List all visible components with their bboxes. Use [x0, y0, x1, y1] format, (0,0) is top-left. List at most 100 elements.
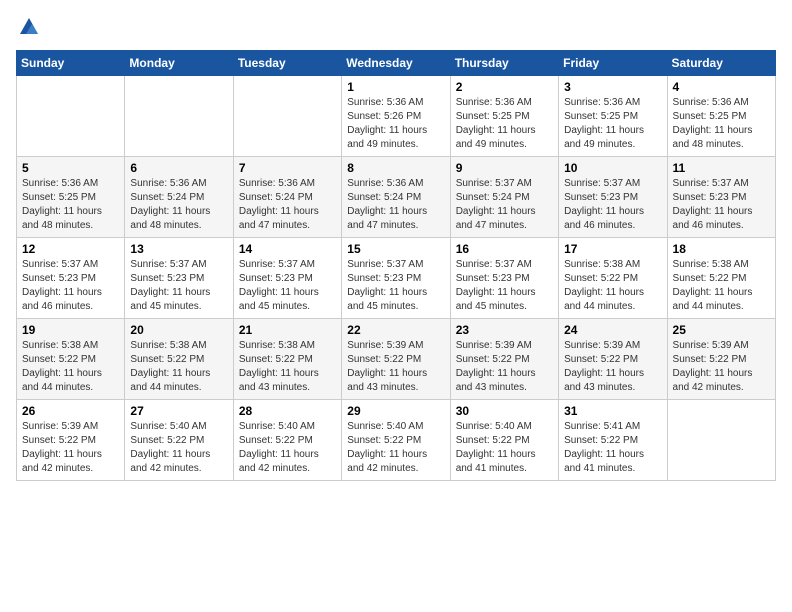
- calendar-table: SundayMondayTuesdayWednesdayThursdayFrid…: [16, 50, 776, 481]
- page-header: [16, 16, 776, 38]
- day-number: 31: [564, 404, 661, 418]
- calendar-day-cell: 10 Sunrise: 5:37 AM Sunset: 5:23 PM Dayli…: [559, 157, 667, 238]
- weekday-header-sunday: Sunday: [17, 51, 125, 76]
- day-number: 10: [564, 161, 661, 175]
- day-number: 28: [239, 404, 336, 418]
- day-number: 4: [673, 80, 770, 94]
- calendar-day-cell: 18 Sunrise: 5:38 AM Sunset: 5:22 PM Dayli…: [667, 238, 775, 319]
- day-info: Sunrise: 5:37 AM Sunset: 5:23 PM Dayligh…: [130, 258, 227, 314]
- calendar-day-cell: 12 Sunrise: 5:37 AM Sunset: 5:23 PM Dayli…: [17, 238, 125, 319]
- day-number: 29: [347, 404, 444, 418]
- calendar-week-row: 12 Sunrise: 5:37 AM Sunset: 5:23 PM Dayli…: [17, 238, 776, 319]
- calendar-empty-cell: [17, 76, 125, 157]
- calendar-day-cell: 6 Sunrise: 5:36 AM Sunset: 5:24 PM Daylig…: [125, 157, 233, 238]
- weekday-header-thursday: Thursday: [450, 51, 558, 76]
- day-info: Sunrise: 5:36 AM Sunset: 5:25 PM Dayligh…: [673, 96, 770, 152]
- day-info: Sunrise: 5:36 AM Sunset: 5:25 PM Dayligh…: [564, 96, 661, 152]
- day-number: 15: [347, 242, 444, 256]
- calendar-day-cell: 19 Sunrise: 5:38 AM Sunset: 5:22 PM Dayli…: [17, 319, 125, 400]
- calendar-day-cell: 5 Sunrise: 5:36 AM Sunset: 5:25 PM Daylig…: [17, 157, 125, 238]
- day-info: Sunrise: 5:36 AM Sunset: 5:24 PM Dayligh…: [239, 177, 336, 233]
- calendar-empty-cell: [667, 400, 775, 481]
- calendar-day-cell: 28 Sunrise: 5:40 AM Sunset: 5:22 PM Dayli…: [233, 400, 341, 481]
- day-number: 13: [130, 242, 227, 256]
- weekday-header-tuesday: Tuesday: [233, 51, 341, 76]
- calendar-day-cell: 21Sunrise: 5:38 AM Sunset: 5:22 PM Dayli…: [233, 319, 341, 400]
- calendar-day-cell: 3 Sunrise: 5:36 AM Sunset: 5:25 PM Daylig…: [559, 76, 667, 157]
- day-number: 20: [130, 323, 227, 337]
- day-number: 7: [239, 161, 336, 175]
- day-number: 1: [347, 80, 444, 94]
- day-number: 14: [239, 242, 336, 256]
- calendar-day-cell: 25 Sunrise: 5:39 AM Sunset: 5:22 PM Dayli…: [667, 319, 775, 400]
- day-number: 21: [239, 323, 336, 337]
- day-number: 3: [564, 80, 661, 94]
- day-number: 25: [673, 323, 770, 337]
- day-info: Sunrise: 5:37 AM Sunset: 5:24 PM Dayligh…: [456, 177, 553, 233]
- day-info: Sunrise: 5:36 AM Sunset: 5:24 PM Dayligh…: [130, 177, 227, 233]
- calendar-day-cell: 2Sunrise: 5:36 AM Sunset: 5:25 PM Daylig…: [450, 76, 558, 157]
- day-number: 11: [673, 161, 770, 175]
- calendar-week-row: 5 Sunrise: 5:36 AM Sunset: 5:25 PM Daylig…: [17, 157, 776, 238]
- weekday-header-friday: Friday: [559, 51, 667, 76]
- day-info: Sunrise: 5:37 AM Sunset: 5:23 PM Dayligh…: [564, 177, 661, 233]
- day-info: Sunrise: 5:37 AM Sunset: 5:23 PM Dayligh…: [456, 258, 553, 314]
- day-info: Sunrise: 5:39 AM Sunset: 5:22 PM Dayligh…: [347, 339, 444, 395]
- day-info: Sunrise: 5:37 AM Sunset: 5:23 PM Dayligh…: [22, 258, 119, 314]
- day-info: Sunrise: 5:40 AM Sunset: 5:22 PM Dayligh…: [239, 420, 336, 476]
- calendar-day-cell: 20 Sunrise: 5:38 AM Sunset: 5:22 PM Dayli…: [125, 319, 233, 400]
- calendar-day-cell: 7 Sunrise: 5:36 AM Sunset: 5:24 PM Daylig…: [233, 157, 341, 238]
- day-info: Sunrise: 5:40 AM Sunset: 5:22 PM Dayligh…: [347, 420, 444, 476]
- calendar-day-cell: 9Sunrise: 5:37 AM Sunset: 5:24 PM Daylig…: [450, 157, 558, 238]
- day-number: 26: [22, 404, 119, 418]
- day-info: Sunrise: 5:36 AM Sunset: 5:25 PM Dayligh…: [456, 96, 553, 152]
- day-number: 22: [347, 323, 444, 337]
- day-info: Sunrise: 5:39 AM Sunset: 5:22 PM Dayligh…: [22, 420, 119, 476]
- calendar-day-cell: 15 Sunrise: 5:37 AM Sunset: 5:23 PM Dayli…: [342, 238, 450, 319]
- calendar-day-cell: 26 Sunrise: 5:39 AM Sunset: 5:22 PM Dayli…: [17, 400, 125, 481]
- weekday-header-saturday: Saturday: [667, 51, 775, 76]
- calendar-day-cell: 13 Sunrise: 5:37 AM Sunset: 5:23 PM Dayli…: [125, 238, 233, 319]
- day-number: 8: [347, 161, 444, 175]
- calendar-day-cell: 24Sunrise: 5:39 AM Sunset: 5:22 PM Dayli…: [559, 319, 667, 400]
- day-info: Sunrise: 5:36 AM Sunset: 5:25 PM Dayligh…: [22, 177, 119, 233]
- calendar-day-cell: 27 Sunrise: 5:40 AM Sunset: 5:22 PM Dayli…: [125, 400, 233, 481]
- day-info: Sunrise: 5:38 AM Sunset: 5:22 PM Dayligh…: [673, 258, 770, 314]
- weekday-header-wednesday: Wednesday: [342, 51, 450, 76]
- logo-icon: [18, 16, 40, 38]
- calendar-day-cell: 4 Sunrise: 5:36 AM Sunset: 5:25 PM Daylig…: [667, 76, 775, 157]
- day-info: Sunrise: 5:37 AM Sunset: 5:23 PM Dayligh…: [239, 258, 336, 314]
- calendar-day-cell: 22 Sunrise: 5:39 AM Sunset: 5:22 PM Dayli…: [342, 319, 450, 400]
- day-info: Sunrise: 5:36 AM Sunset: 5:26 PM Dayligh…: [347, 96, 444, 152]
- day-info: Sunrise: 5:37 AM Sunset: 5:23 PM Dayligh…: [347, 258, 444, 314]
- calendar-day-cell: 30 Sunrise: 5:40 AM Sunset: 5:22 PM Dayli…: [450, 400, 558, 481]
- day-info: Sunrise: 5:39 AM Sunset: 5:22 PM Dayligh…: [673, 339, 770, 395]
- day-info: Sunrise: 5:37 AM Sunset: 5:23 PM Dayligh…: [673, 177, 770, 233]
- day-number: 16: [456, 242, 553, 256]
- day-number: 30: [456, 404, 553, 418]
- day-info: Sunrise: 5:38 AM Sunset: 5:22 PM Dayligh…: [22, 339, 119, 395]
- day-info: Sunrise: 5:40 AM Sunset: 5:22 PM Dayligh…: [130, 420, 227, 476]
- weekday-header-monday: Monday: [125, 51, 233, 76]
- calendar-day-cell: 1 Sunrise: 5:36 AM Sunset: 5:26 PM Daylig…: [342, 76, 450, 157]
- day-number: 6: [130, 161, 227, 175]
- day-number: 5: [22, 161, 119, 175]
- calendar-empty-cell: [125, 76, 233, 157]
- calendar-day-cell: 11 Sunrise: 5:37 AM Sunset: 5:23 PM Dayli…: [667, 157, 775, 238]
- day-number: 19: [22, 323, 119, 337]
- day-number: 17: [564, 242, 661, 256]
- day-number: 24: [564, 323, 661, 337]
- day-number: 18: [673, 242, 770, 256]
- calendar-day-cell: 17 Sunrise: 5:38 AM Sunset: 5:22 PM Dayli…: [559, 238, 667, 319]
- calendar-day-cell: 29 Sunrise: 5:40 AM Sunset: 5:22 PM Dayli…: [342, 400, 450, 481]
- day-number: 12: [22, 242, 119, 256]
- day-number: 27: [130, 404, 227, 418]
- day-info: Sunrise: 5:38 AM Sunset: 5:22 PM Dayligh…: [130, 339, 227, 395]
- calendar-week-row: 26 Sunrise: 5:39 AM Sunset: 5:22 PM Dayli…: [17, 400, 776, 481]
- calendar-day-cell: 23Sunrise: 5:39 AM Sunset: 5:22 PM Dayli…: [450, 319, 558, 400]
- day-info: Sunrise: 5:41 AM Sunset: 5:22 PM Dayligh…: [564, 420, 661, 476]
- calendar-day-cell: 14 Sunrise: 5:37 AM Sunset: 5:23 PM Dayli…: [233, 238, 341, 319]
- day-info: Sunrise: 5:38 AM Sunset: 5:22 PM Dayligh…: [564, 258, 661, 314]
- day-info: Sunrise: 5:40 AM Sunset: 5:22 PM Dayligh…: [456, 420, 553, 476]
- calendar-empty-cell: [233, 76, 341, 157]
